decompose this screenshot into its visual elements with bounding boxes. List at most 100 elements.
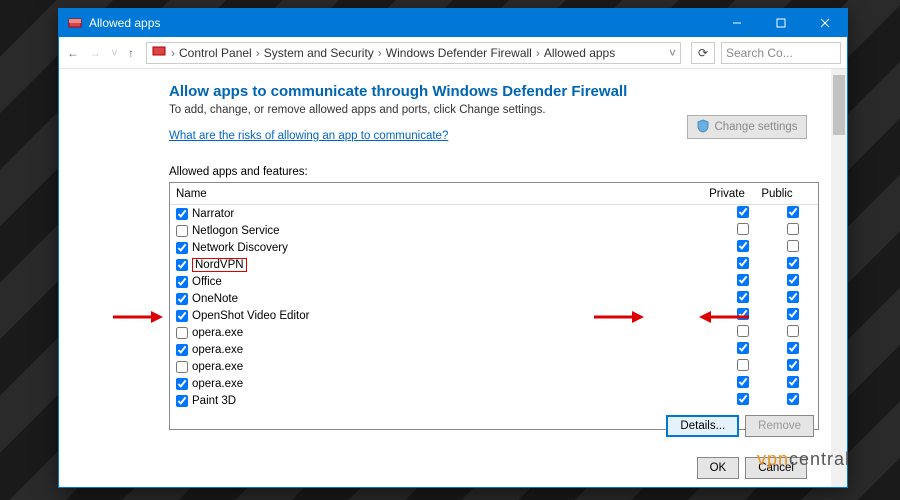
row-private-checkbox[interactable] [737, 257, 749, 269]
row-private-checkbox[interactable] [737, 206, 749, 218]
table-row[interactable]: opera.exe [170, 341, 818, 358]
breadcrumb-part[interactable]: Control Panel [179, 46, 252, 60]
row-public-checkbox[interactable] [787, 342, 799, 354]
address-bar: ← → ˅ ↑ › Control Panel › System and Sec… [59, 37, 847, 69]
row-private-checkbox[interactable] [737, 223, 749, 235]
table-row[interactable]: NordVPN [170, 256, 818, 273]
row-public-checkbox[interactable] [787, 291, 799, 303]
up-button[interactable]: ↑ [126, 46, 136, 60]
table-row[interactable]: Network Discovery [170, 239, 818, 256]
row-private-checkbox[interactable] [737, 291, 749, 303]
back-button[interactable]: ← [65, 46, 81, 60]
table-row[interactable]: OpenShot Video Editor [170, 307, 818, 324]
row-enable-checkbox[interactable] [176, 242, 188, 254]
row-name-label: OneNote [192, 293, 238, 305]
recent-dropdown[interactable]: ˅ [109, 46, 120, 60]
row-enable-checkbox[interactable] [176, 208, 188, 220]
change-settings-button[interactable]: Change settings [687, 115, 807, 139]
row-enable-checkbox[interactable] [176, 344, 188, 356]
table-row[interactable]: Netlogon Service [170, 222, 818, 239]
breadcrumb-part[interactable]: System and Security [264, 46, 374, 60]
row-public-checkbox[interactable] [787, 257, 799, 269]
maximize-button[interactable] [759, 9, 803, 37]
row-enable-checkbox[interactable] [176, 259, 188, 271]
row-name-label: opera.exe [192, 327, 243, 339]
row-name-label: NordVPN [192, 258, 247, 272]
page-heading: Allow apps to communicate through Window… [169, 83, 819, 100]
change-settings-label: Change settings [714, 121, 797, 133]
row-enable-checkbox[interactable] [176, 310, 188, 322]
watermark: vpncentral [757, 449, 850, 470]
row-private-checkbox[interactable] [737, 240, 749, 252]
row-private-checkbox[interactable] [737, 359, 749, 371]
content-area: Allow apps to communicate through Window… [59, 69, 847, 487]
ok-button[interactable]: OK [697, 457, 740, 479]
row-private-checkbox[interactable] [737, 393, 749, 405]
breadcrumb-part[interactable]: Windows Defender Firewall [386, 46, 532, 60]
breadcrumb-icon [151, 43, 167, 62]
row-enable-checkbox[interactable] [176, 293, 188, 305]
chevron-right-icon: › [256, 46, 260, 60]
search-placeholder: Search Co... [726, 46, 793, 60]
table-row[interactable]: opera.exe [170, 358, 818, 375]
row-name-label: opera.exe [192, 378, 243, 390]
page-scrollbar[interactable] [831, 69, 847, 487]
row-enable-checkbox[interactable] [176, 378, 188, 390]
row-name-label: Network Discovery [192, 242, 288, 254]
row-private-checkbox[interactable] [737, 342, 749, 354]
row-name-label: Paint 3D [192, 395, 236, 407]
row-public-checkbox[interactable] [787, 308, 799, 320]
minimize-button[interactable] [715, 9, 759, 37]
chevron-right-icon: › [171, 46, 175, 60]
row-enable-checkbox[interactable] [176, 361, 188, 373]
window-title: Allowed apps [89, 16, 715, 30]
list-label: Allowed apps and features: [169, 166, 819, 178]
row-enable-checkbox[interactable] [176, 276, 188, 288]
row-public-checkbox[interactable] [787, 274, 799, 286]
remove-button[interactable]: Remove [745, 415, 814, 437]
chevron-down-icon[interactable]: ˅ [669, 46, 676, 60]
row-public-checkbox[interactable] [787, 206, 799, 218]
row-name-label: opera.exe [192, 344, 243, 356]
close-button[interactable] [803, 9, 847, 37]
row-private-checkbox[interactable] [737, 325, 749, 337]
search-input[interactable]: Search Co... [721, 42, 841, 64]
col-private[interactable]: Private [702, 188, 752, 200]
row-enable-checkbox[interactable] [176, 395, 188, 407]
row-name-label: Office [192, 276, 222, 288]
row-name-label: Netlogon Service [192, 225, 280, 237]
table-row[interactable]: opera.exe [170, 324, 818, 341]
row-private-checkbox[interactable] [737, 376, 749, 388]
col-name[interactable]: Name [176, 188, 702, 200]
titlebar: Allowed apps [59, 9, 847, 37]
allowed-apps-grid: Name Private Public Narrator Netlogon Ser… [169, 182, 819, 430]
table-row[interactable]: Paint 3D [170, 392, 818, 409]
row-name-label: opera.exe [192, 361, 243, 373]
details-button[interactable]: Details... [666, 415, 739, 437]
row-enable-checkbox[interactable] [176, 225, 188, 237]
row-name-label: Narrator [192, 208, 234, 220]
grid-body[interactable]: Narrator Netlogon Service Network Discover… [170, 205, 818, 409]
row-public-checkbox[interactable] [787, 325, 799, 337]
row-public-checkbox[interactable] [787, 393, 799, 405]
chevron-right-icon: › [536, 46, 540, 60]
forward-button[interactable]: → [87, 46, 103, 60]
row-enable-checkbox[interactable] [176, 327, 188, 339]
risks-link[interactable]: What are the risks of allowing an app to… [169, 130, 448, 142]
breadcrumb[interactable]: › Control Panel › System and Security › … [146, 42, 681, 64]
row-public-checkbox[interactable] [787, 240, 799, 252]
breadcrumb-part[interactable]: Allowed apps [544, 46, 615, 60]
row-private-checkbox[interactable] [737, 274, 749, 286]
table-row[interactable]: Office [170, 273, 818, 290]
row-public-checkbox[interactable] [787, 223, 799, 235]
table-row[interactable]: OneNote [170, 290, 818, 307]
table-row[interactable]: Narrator [170, 205, 818, 222]
table-row[interactable]: opera.exe [170, 375, 818, 392]
refresh-button[interactable]: ⟳ [691, 42, 715, 64]
col-public[interactable]: Public [752, 188, 802, 200]
grid-header: Name Private Public [170, 183, 818, 205]
window: Allowed apps ← → ˅ ↑ › Control Panel › S… [58, 8, 848, 488]
row-private-checkbox[interactable] [737, 308, 749, 320]
row-public-checkbox[interactable] [787, 359, 799, 371]
row-public-checkbox[interactable] [787, 376, 799, 388]
